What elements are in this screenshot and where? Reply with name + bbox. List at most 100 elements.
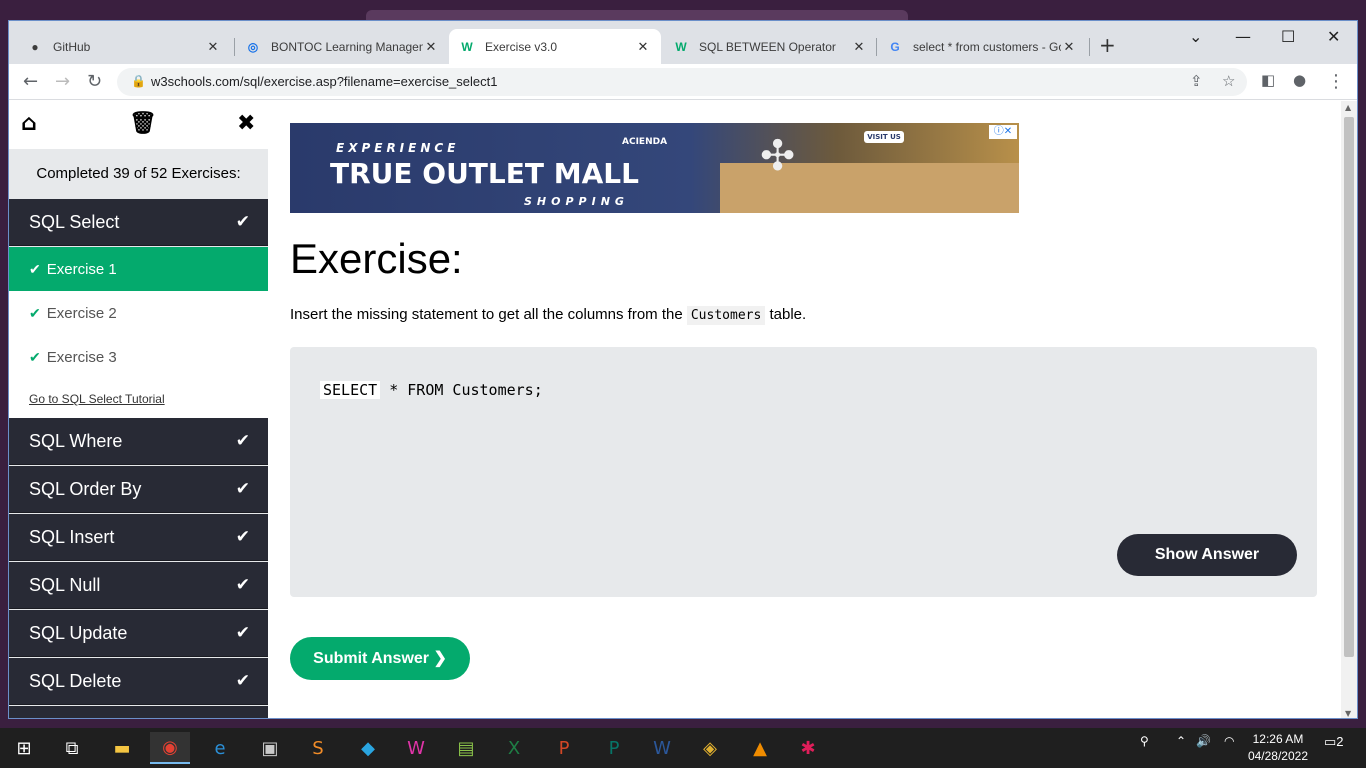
progress-text: Completed 39 of 52 Exercises:: [9, 149, 268, 199]
sidebar-exercise-2[interactable]: ✔ Exercise 2: [9, 291, 268, 335]
github-icon: ●: [31, 39, 39, 54]
profile-icon[interactable]: ●: [1293, 71, 1306, 89]
close-icon[interactable]: ✕: [635, 39, 651, 55]
start-windows-icon[interactable]: ⊞: [4, 732, 44, 764]
side-panel-icon[interactable]: ◧: [1261, 71, 1275, 89]
app-bird-icon[interactable]: ◆: [348, 732, 388, 764]
edge-icon[interactable]: e: [200, 732, 240, 764]
notification-count: 2: [1336, 734, 1344, 749]
home-icon[interactable]: ⌂: [21, 111, 37, 136]
chrome-icon[interactable]: ◉: [150, 732, 190, 764]
category-label: SQL Delete: [29, 670, 122, 691]
sidebar-category-sql-null[interactable]: SQL Null ✔: [9, 562, 268, 609]
minimize-icon[interactable]: —: [1235, 27, 1251, 46]
close-icon[interactable]: ✕: [205, 39, 221, 55]
tab-sql-between[interactable]: W SQL BETWEEN Operator ✕: [663, 29, 877, 64]
forward-icon[interactable]: →: [55, 71, 70, 92]
sidebar-category-sql-order-by[interactable]: SQL Order By ✔: [9, 466, 268, 513]
app-yellow-icon[interactable]: ◈: [690, 732, 730, 764]
google-icon: G: [890, 39, 900, 54]
page-scrollbar[interactable]: ▲ ▼: [1341, 101, 1357, 718]
app-w-icon[interactable]: W: [396, 732, 436, 764]
close-icon[interactable]: ✖: [237, 111, 255, 136]
url-text[interactable]: w3schools.com/sql/exercise.asp?filename=…: [151, 74, 497, 89]
sidebar-category-next[interactable]: [9, 706, 268, 718]
code-text: * FROM Customers;: [389, 381, 543, 399]
close-icon[interactable]: ✕: [1061, 39, 1077, 55]
clock-time: 12:26 AM: [1252, 732, 1304, 746]
bookmark-star-icon[interactable]: ☆: [1222, 72, 1235, 90]
category-label: SQL Order By: [29, 478, 142, 499]
close-window-icon[interactable]: ✕: [1327, 27, 1340, 46]
checkmark-icon: ✔: [29, 304, 41, 321]
exercise-label: Exercise 2: [46, 304, 117, 322]
sidebar-category-sql-where[interactable]: SQL Where ✔: [9, 418, 268, 465]
file-explorer-icon[interactable]: ▬: [102, 732, 142, 764]
ad-headline: TRUE OUTLET MALL: [330, 157, 639, 190]
address-bar[interactable]: 🔒 w3schools.com/sql/exercise.asp?filenam…: [117, 68, 1247, 96]
w3schools-icon: W: [675, 39, 687, 54]
task-view-icon[interactable]: ⧉: [52, 732, 92, 764]
category-label: SQL Null: [29, 574, 101, 595]
exercise-instruction: Insert the missing statement to get all …: [290, 306, 806, 325]
menu-icon[interactable]: ⋮: [1327, 71, 1345, 92]
sidebar-category-sql-update[interactable]: SQL Update ✔: [9, 610, 268, 657]
slack-icon[interactable]: ✱: [788, 732, 828, 764]
ad-line-1: EXPERIENCE: [336, 141, 460, 155]
tab-google[interactable]: G select * from customers - Go ✕: [877, 29, 1087, 64]
scroll-down-icon[interactable]: ▼: [1345, 709, 1351, 718]
sidebar-category-sql-insert[interactable]: SQL Insert ✔: [9, 514, 268, 561]
tab-exercise[interactable]: W Exercise v3.0 ✕: [449, 29, 661, 64]
word-icon[interactable]: W: [642, 732, 682, 764]
tab-search-icon[interactable]: ⌄: [1189, 27, 1202, 46]
people-icon[interactable]: ⚲: [1140, 734, 1149, 748]
category-label: SQL Select: [29, 211, 120, 232]
sidebar-exercise-1[interactable]: ✔ Exercise 1: [9, 247, 268, 291]
page-title: Exercise:: [290, 235, 463, 282]
powerpoint-icon[interactable]: P: [544, 732, 584, 764]
trash-icon[interactable]: 🗑: [129, 111, 157, 136]
close-icon[interactable]: ✕: [423, 39, 439, 55]
exercise-label: Exercise 3: [46, 348, 117, 366]
go-to-tutorial-link[interactable]: Go to SQL Select Tutorial: [9, 379, 268, 418]
tab-github[interactable]: ● GitHub ✕: [17, 29, 231, 64]
tab-bar: ● GitHub ✕ ◎ BONTOC Learning Managem ✕ W…: [9, 21, 1357, 64]
app-icon[interactable]: ▣: [250, 732, 290, 764]
app-chart-icon[interactable]: ▤: [446, 732, 486, 764]
publisher-icon[interactable]: P: [594, 732, 634, 764]
volume-icon[interactable]: 🔊: [1196, 734, 1211, 748]
wifi-icon[interactable]: ◠: [1224, 734, 1234, 748]
scroll-thumb[interactable]: [1344, 117, 1354, 657]
checkmark-icon: ✔: [29, 260, 41, 277]
sublime-text-icon[interactable]: S: [298, 732, 338, 764]
clock-date: 04/28/2022: [1247, 749, 1308, 763]
tab-bontoc[interactable]: ◎ BONTOC Learning Managem ✕: [235, 29, 449, 64]
tab-title: select * from customers - Go: [913, 39, 1061, 54]
maximize-icon[interactable]: ☐: [1281, 27, 1295, 46]
reload-icon[interactable]: ↻: [87, 71, 102, 92]
system-clock[interactable]: 12:26 AM 04/28/2022: [1248, 731, 1308, 765]
checkmark-icon: ✔: [235, 479, 250, 498]
excel-icon[interactable]: X: [494, 732, 534, 764]
answer-input[interactable]: SELECT: [320, 381, 381, 399]
show-answer-button[interactable]: Show Answer: [1117, 534, 1297, 576]
sidebar-exercise-3[interactable]: ✔ Exercise 3: [9, 335, 268, 379]
tab-title: SQL BETWEEN Operator: [699, 39, 836, 54]
sidebar-category-sql-select[interactable]: SQL Select ✔: [9, 199, 268, 246]
submit-answer-button[interactable]: Submit Answer ❯: [290, 637, 470, 680]
vlc-icon[interactable]: ▲: [740, 732, 780, 764]
share-icon[interactable]: ⇪: [1190, 72, 1203, 90]
code-line: SELECT * FROM Customers;: [320, 381, 543, 399]
sidebar-category-sql-delete[interactable]: SQL Delete ✔: [9, 658, 268, 705]
close-icon[interactable]: ✕: [851, 39, 867, 55]
tab-title: Exercise v3.0: [485, 39, 558, 54]
new-tab-button[interactable]: +: [1099, 33, 1116, 57]
ad-choices-icon[interactable]: ⓘ✕: [989, 125, 1017, 139]
show-hidden-icons[interactable]: ⌃: [1176, 734, 1186, 748]
back-icon[interactable]: ←: [23, 71, 38, 92]
notification-icon[interactable]: ▭2: [1324, 734, 1344, 750]
advertisement-banner[interactable]: ✣ EXPERIENCE TRUE OUTLET MALL SHOPPING A…: [290, 123, 1019, 213]
checkmark-icon: ✔: [29, 348, 41, 365]
checkmark-icon: ✔: [235, 212, 250, 231]
scroll-up-icon[interactable]: ▲: [1345, 103, 1351, 112]
